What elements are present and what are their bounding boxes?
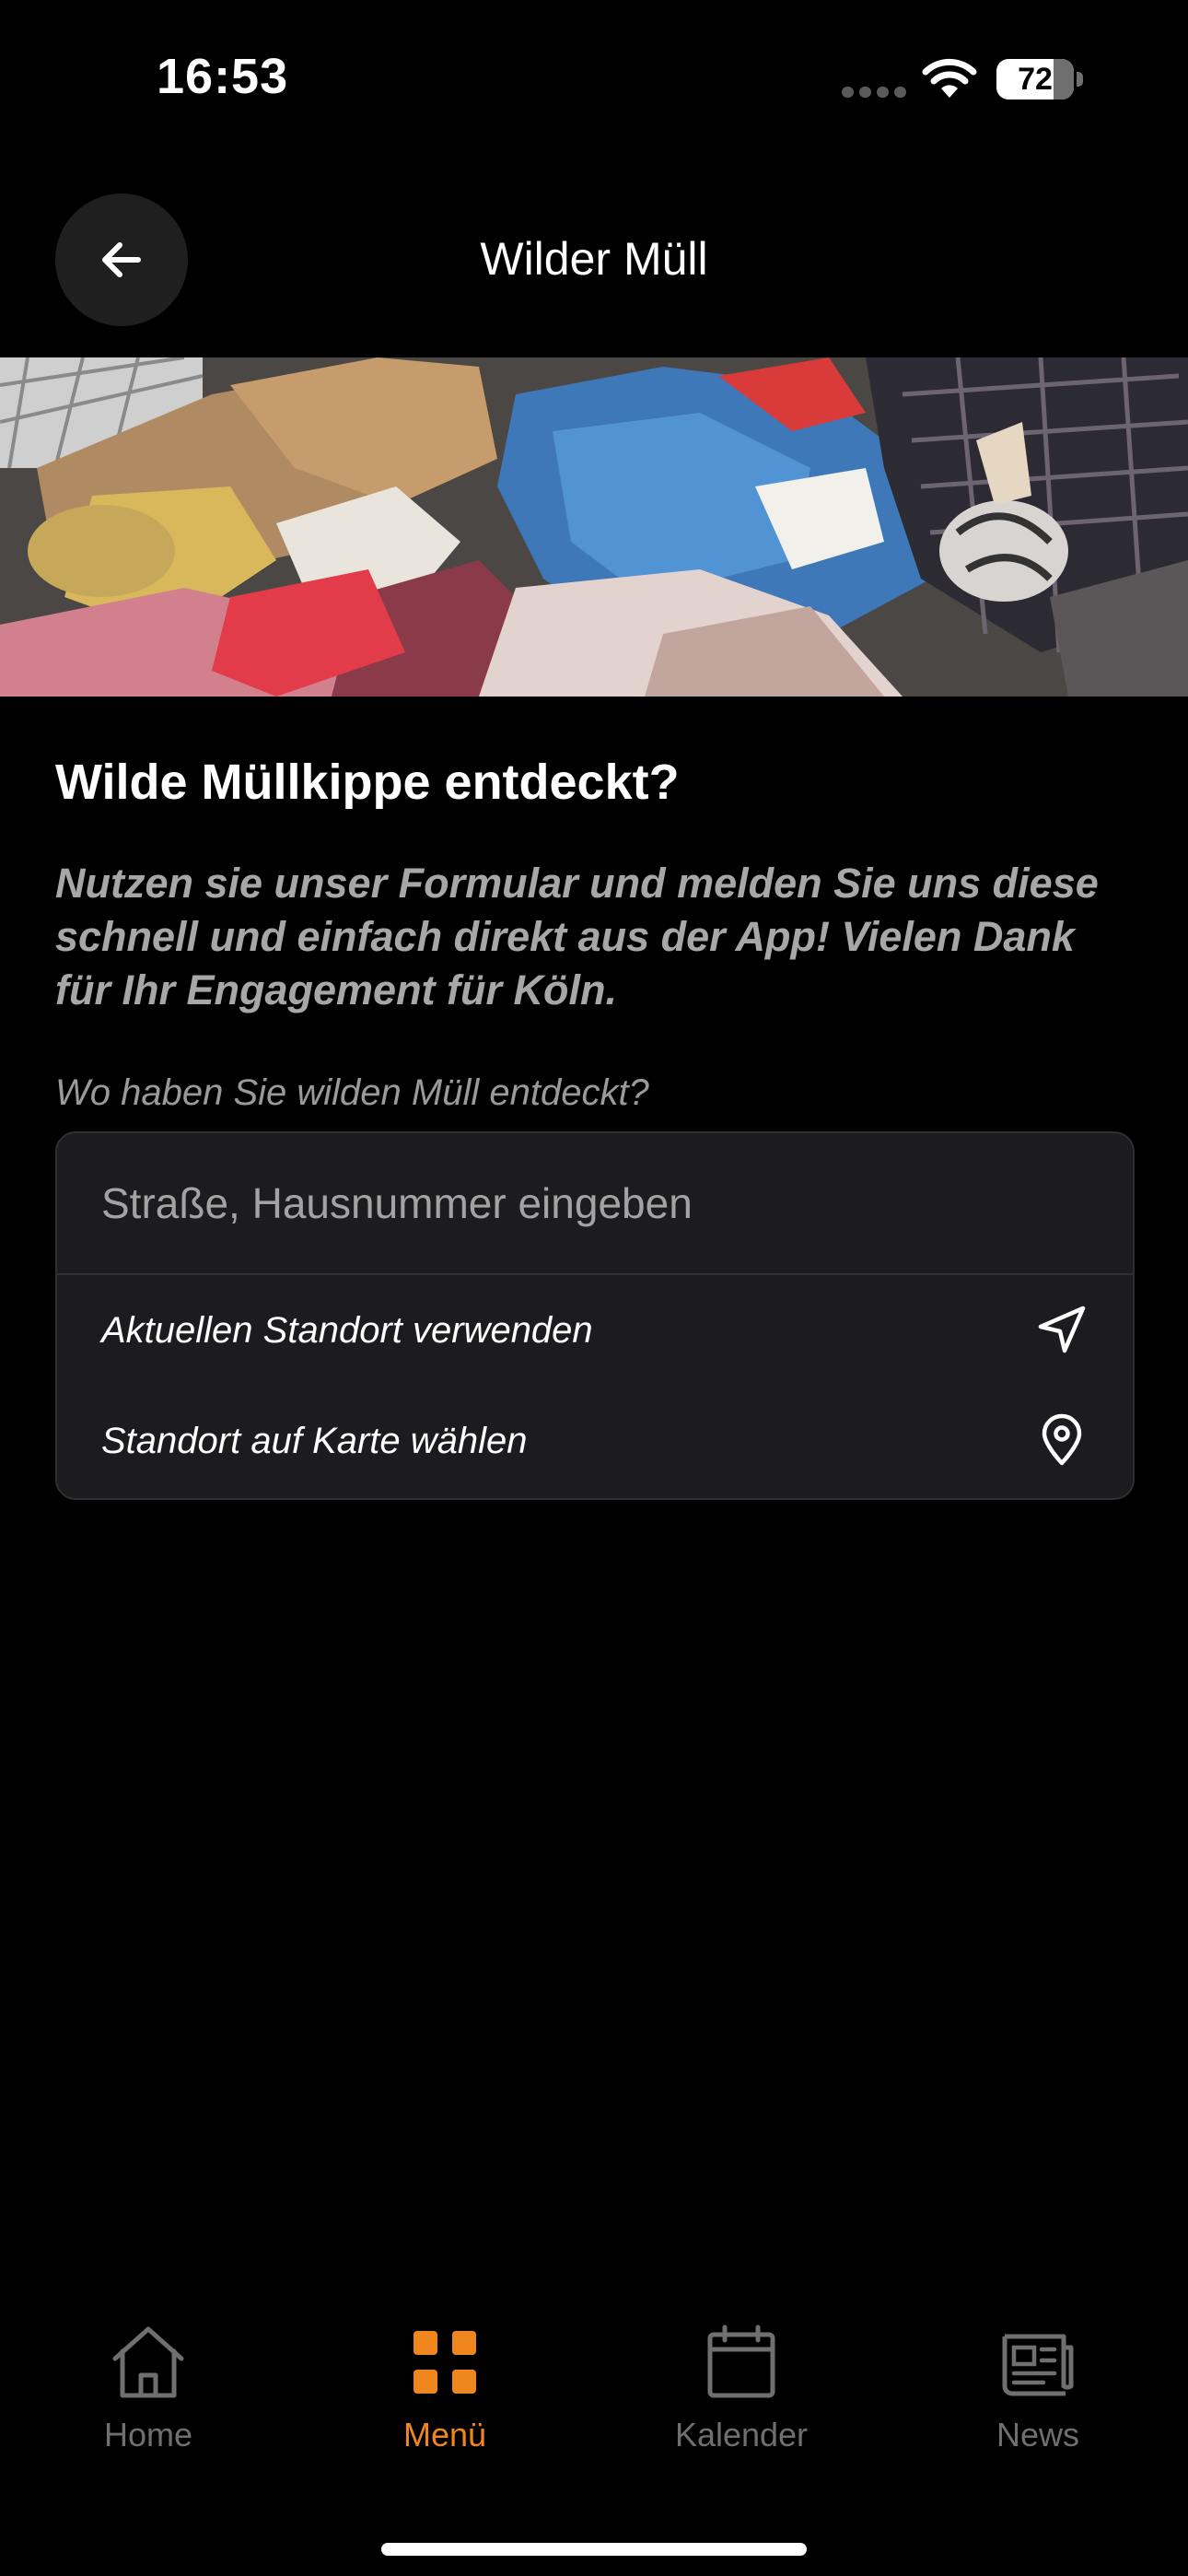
home-icon [112, 2326, 184, 2398]
hero-image [0, 357, 1188, 697]
battery-icon: 72 [996, 59, 1083, 100]
tab-news[interactable]: News [890, 2303, 1186, 2488]
cellular-signal-icon [842, 87, 906, 98]
newspaper-icon [1002, 2334, 1074, 2396]
address-input[interactable] [57, 1133, 1133, 1273]
navigation-arrow-icon [1038, 1306, 1086, 1353]
map-pin-icon [1042, 1413, 1082, 1466]
status-bar: 16:53 72 [0, 0, 1188, 157]
location-question-label: Wo haben Sie wilden Müll entdeckt? [55, 1072, 649, 1113]
tab-calendar[interactable]: Kalender [593, 2303, 890, 2488]
tab-calendar-label: Kalender [674, 2416, 809, 2453]
use-current-location-label: Aktuellen Standort verwenden [101, 1310, 593, 1351]
tab-bar: Home Menü Kalender News [0, 2303, 1188, 2488]
tab-menu-label: Menü [402, 2416, 487, 2453]
tab-home[interactable]: Home [0, 2303, 297, 2488]
choose-on-map-button[interactable]: Standort auf Karte wählen [57, 1386, 1133, 1494]
location-card: Aktuellen Standort verwenden Standort au… [55, 1131, 1135, 1500]
wifi-icon [922, 58, 977, 98]
section-title: Wilde Müllkippe entdeckt? [55, 755, 680, 810]
tab-menu[interactable]: Menü [297, 2303, 593, 2488]
choose-on-map-label: Standort auf Karte wählen [101, 1421, 528, 1461]
intro-text: Nutzen sie unser Formular und melden Sie… [55, 860, 1099, 1013]
page-title: Wilder Müll [480, 233, 708, 285]
tab-home-label: Home [103, 2416, 193, 2453]
status-time: 16:53 [157, 49, 289, 104]
battery-level: 72 [1018, 61, 1053, 97]
grid-icon [413, 2331, 476, 2394]
home-indicator[interactable] [381, 2543, 807, 2556]
use-current-location-button[interactable]: Aktuellen Standort verwenden [57, 1275, 1133, 1384]
tab-news-label: News [996, 2416, 1080, 2453]
calendar-icon [707, 2324, 775, 2398]
